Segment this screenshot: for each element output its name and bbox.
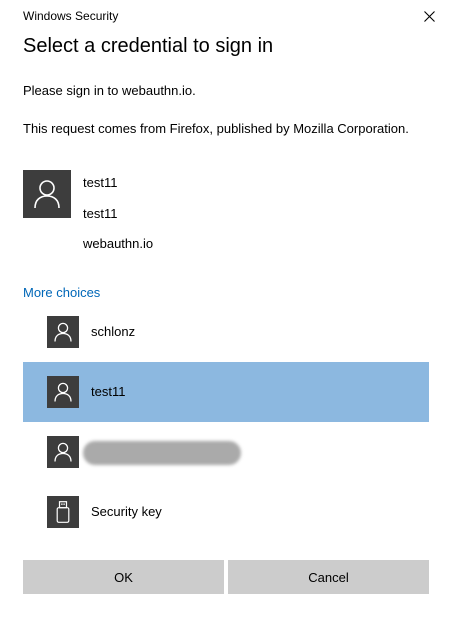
selected-credential: test11 test11 webauthn.io [23,170,423,260]
credential-dialog: Windows Security Select a credential to … [0,0,453,617]
credential-username: test11 [83,175,118,190]
dialog-buttons: OK Cancel [23,560,429,594]
user-icon [47,376,79,408]
user-icon [47,436,79,468]
credential-list: schlonz test11 Security key [23,302,429,542]
cancel-button[interactable]: Cancel [228,560,429,594]
more-choices-link[interactable]: More choices [23,285,100,300]
credential-option-label: Security key [91,504,162,519]
credential-option-redacted[interactable] [23,422,429,482]
close-icon [423,10,435,22]
ok-button[interactable]: OK [23,560,224,594]
window-title: Windows Security [23,9,119,23]
credential-display-name: test11 [83,206,118,221]
user-icon [23,170,71,218]
credential-option-label: test11 [91,384,126,399]
sign-in-message: Please sign in to webauthn.io. [23,83,196,98]
dialog-heading: Select a credential to sign in [23,35,274,57]
credential-option-security-key[interactable]: Security key [23,482,429,542]
credential-option-schlonz[interactable]: schlonz [23,302,429,362]
user-icon [47,316,79,348]
request-origin-message: This request comes from Firefox, publish… [23,121,409,136]
title-bar: Windows Security [0,0,453,32]
redacted-username [83,441,241,465]
close-button[interactable] [411,2,447,30]
credential-option-label: schlonz [91,324,136,339]
credential-relying-party: webauthn.io [83,236,154,251]
credential-option-test11[interactable]: test11 [23,362,429,422]
usb-key-icon [47,496,79,528]
